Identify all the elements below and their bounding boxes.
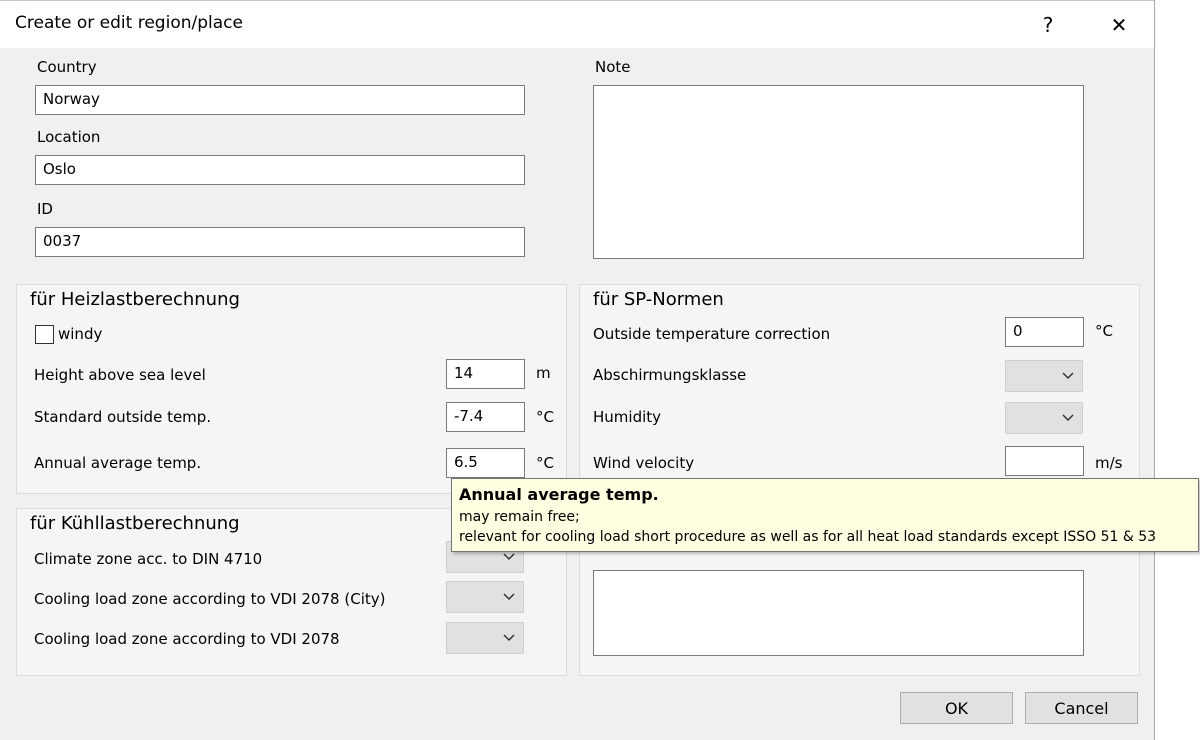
close-icon: ✕ [1110,13,1128,37]
humidity-select[interactable] [1005,402,1083,434]
std-temp-label: Standard outside temp. [34,408,212,426]
country-label: Country [37,58,97,76]
ok-button[interactable]: OK [900,692,1013,724]
annual-temp-input[interactable]: 6.5 [446,448,525,478]
city-zone-select[interactable] [446,581,524,613]
location-label: Location [37,128,101,146]
tooltip-title: Annual average temp. [459,485,659,504]
chevron-down-icon [1062,372,1074,380]
tooltip: Annual average temp. may remain free; re… [451,478,1199,552]
height-label: Height above sea level [34,366,206,384]
city-zone-label: Cooling load zone according to VDI 2078 … [34,590,386,608]
wind-velocity-unit: m/s [1095,454,1123,472]
std-temp-unit: °C [536,408,554,426]
climate-zone-label: Climate zone acc. to DIN 4710 [34,550,263,568]
chevron-down-icon [503,593,515,601]
id-label: ID [37,200,53,218]
cooling-load-group-title: für Kühllastberechnung [30,513,240,534]
vdi-zone-label: Cooling load zone according to VDI 2078 [34,630,340,648]
window-title: Create or edit region/place [15,13,243,33]
help-icon: ? [1042,13,1054,37]
note-textarea[interactable] [593,85,1084,259]
help-button[interactable]: ? [1026,7,1070,43]
id-input[interactable]: 0037 [35,227,525,257]
sp-norms-group-title: für SP-Normen [593,289,724,310]
annual-temp-unit: °C [536,454,554,472]
heat-load-group-title: für Heizlastberechnung [30,289,240,310]
chevron-down-icon [1062,414,1074,422]
annual-temp-label: Annual average temp. [34,454,202,472]
shield-class-select[interactable] [1005,360,1083,392]
wind-velocity-input[interactable] [1005,446,1084,476]
windy-checkbox[interactable] [35,325,54,344]
location-input[interactable]: Oslo [35,155,525,185]
wind-velocity-label: Wind velocity [593,454,695,472]
chevron-down-icon [503,553,515,561]
note-label: Note [595,58,631,76]
temp-corr-unit: °C [1095,322,1113,340]
close-button[interactable]: ✕ [1097,7,1141,43]
sp-notes-textarea[interactable] [593,570,1084,656]
temp-corr-input[interactable]: 0 [1005,317,1084,347]
dialog-window: Create or edit region/place ? ✕ Country … [0,0,1155,740]
vdi-zone-select[interactable] [446,622,524,654]
height-input[interactable]: 14 [446,359,525,389]
cancel-button[interactable]: Cancel [1025,692,1138,724]
title-bar: Create or edit region/place ? ✕ [0,0,1154,48]
height-unit: m [536,364,551,382]
chevron-down-icon [503,634,515,642]
tooltip-line-1: may remain free; [459,509,580,525]
std-temp-input[interactable]: -7.4 [446,402,525,432]
tooltip-line-2: relevant for cooling load short procedur… [459,529,1157,545]
windy-label: windy [58,325,103,343]
country-input[interactable]: Norway [35,85,525,115]
shield-class-label: Abschirmungsklasse [593,366,747,384]
temp-corr-label: Outside temperature correction [593,325,831,343]
humidity-label: Humidity [593,408,662,426]
